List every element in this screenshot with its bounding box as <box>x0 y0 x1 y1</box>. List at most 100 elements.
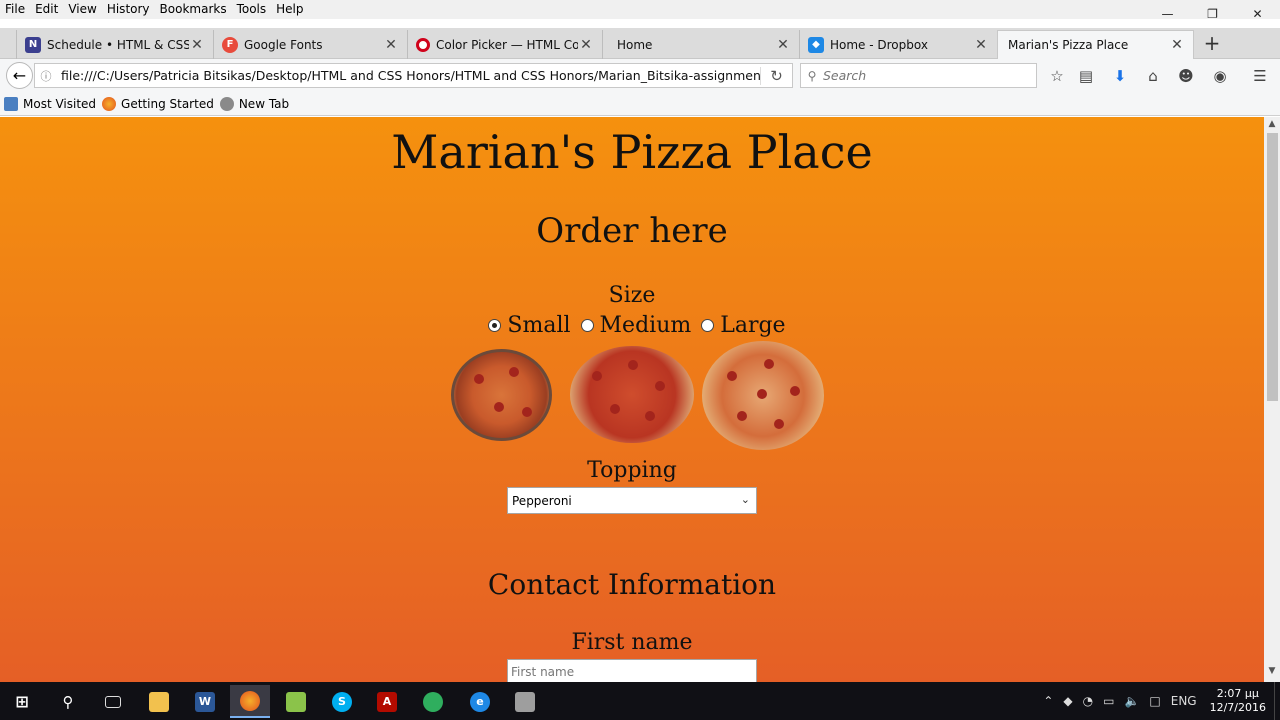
size-medium-radio[interactable] <box>580 319 594 332</box>
chevron-up-icon[interactable]: ⌃ <box>1043 694 1053 708</box>
size-large-radio[interactable] <box>701 319 715 332</box>
minimize-icon[interactable]: — <box>1145 0 1190 28</box>
first-name-label: First name <box>571 630 693 655</box>
size-label: Size <box>608 283 656 308</box>
globe-icon <box>219 96 234 111</box>
back-arrow-icon[interactable]: ← <box>6 62 33 89</box>
close-tab-icon[interactable]: ✕ <box>973 37 989 53</box>
volume-icon[interactable]: 🔈 <box>1124 694 1139 708</box>
topping-select[interactable]: Pepperoni ⌄ <box>507 487 757 514</box>
tab-google-fonts[interactable]: F Google Fonts ✕ <box>213 30 407 59</box>
menu-history[interactable]: History <box>102 0 155 19</box>
page-content: Marian's Pizza Place Order here Size Sma… <box>0 117 1264 682</box>
size-large-label: Large <box>720 313 786 338</box>
info-icon[interactable]: ⓘ <box>35 68 57 84</box>
hamburger-menu-icon[interactable]: ☰ <box>1249 65 1271 87</box>
dropbox-icon: ◆ <box>808 36 824 53</box>
tab-home[interactable]: Home ✕ <box>602 30 799 59</box>
downloads-icon[interactable]: ⬇ <box>1109 65 1131 87</box>
task-view-icon <box>105 695 121 708</box>
dropbox-tray-icon[interactable]: ◆ <box>1063 694 1072 708</box>
search-bar[interactable]: ⚲ <box>800 63 1037 88</box>
close-tab-icon[interactable]: ✕ <box>189 37 205 53</box>
language-indicator[interactable]: ENG <box>1171 694 1197 708</box>
menu-tools[interactable]: Tools <box>232 0 272 19</box>
tab-color-picker[interactable]: Color Picker — HTML Col... ✕ <box>407 30 602 59</box>
tab-dropbox[interactable]: ◆ Home - Dropbox ✕ <box>799 30 997 59</box>
menu-file[interactable]: File <box>0 0 30 19</box>
clock[interactable]: 2:07 μμ 12/7/2016 <box>1210 687 1266 715</box>
close-tab-icon[interactable]: ✕ <box>1169 37 1185 53</box>
menu-help[interactable]: Help <box>271 0 308 19</box>
mail-icon <box>286 691 306 712</box>
tab-schedule[interactable]: N Schedule • HTML & CSS ... ✕ <box>16 30 213 59</box>
windows-taskbar: ⊞ ⚲ W S A e ⌃ ◆ ◔ ▭ 🔈 □ ENG 2:07 μμ 12/7… <box>0 682 1280 720</box>
acrobat-icon: A <box>377 691 397 712</box>
task-view-button[interactable] <box>93 685 133 718</box>
page-title: Marian's Pizza Place <box>391 125 873 179</box>
battery-icon[interactable]: ▭ <box>1103 694 1114 708</box>
page-scrollbar[interactable]: ▲ ▼ <box>1264 117 1280 682</box>
bookmark-new-tab[interactable]: New Tab <box>219 96 290 111</box>
first-name-input[interactable] <box>507 659 757 682</box>
wifi-icon[interactable]: ◔ <box>1083 694 1093 708</box>
skype-icon: S <box>332 691 352 712</box>
notification-icon[interactable]: □ <box>1149 694 1160 708</box>
menu-edit[interactable]: Edit <box>30 0 63 19</box>
tab-title: Color Picker — HTML Col... <box>436 37 578 52</box>
navigation-bar: ← ⓘ file:///C:/Users/Patricia Bitsikas/D… <box>0 59 1280 92</box>
url-bar[interactable]: ⓘ file:///C:/Users/Patricia Bitsikas/Des… <box>34 63 793 88</box>
windows-logo-icon: ⊞ <box>15 692 29 711</box>
bookmark-label: New Tab <box>238 96 290 111</box>
skype-button[interactable]: S <box>322 685 362 718</box>
edge-button[interactable]: e <box>460 685 500 718</box>
size-small-radio[interactable] <box>488 319 502 332</box>
small-pizza-image <box>451 349 552 441</box>
menu-bar: File Edit View History Bookmarks Tools H… <box>0 0 1280 19</box>
menu-view[interactable]: View <box>63 0 101 19</box>
home-icon[interactable]: ⌂ <box>1142 65 1164 87</box>
scroll-up-arrow-icon[interactable]: ▲ <box>1264 119 1280 133</box>
firefox-icon <box>102 96 117 111</box>
reload-icon[interactable]: ↻ <box>760 66 792 85</box>
folder-icon <box>149 691 169 712</box>
word-button[interactable]: W <box>185 685 225 718</box>
new-tab-icon[interactable]: + <box>1200 32 1224 56</box>
bookmark-getting-started[interactable]: Getting Started <box>102 96 214 111</box>
mail-button[interactable] <box>276 685 316 718</box>
bookmark-label: Most Visited <box>23 96 97 111</box>
acrobat-button[interactable]: A <box>367 685 407 718</box>
url-text[interactable]: file:///C:/Users/Patricia Bitsikas/Deskt… <box>57 68 760 83</box>
search-input[interactable] <box>823 68 1036 83</box>
firefox-taskbar-button[interactable] <box>230 685 270 718</box>
large-pizza-image <box>702 341 824 450</box>
tab-marians-pizza[interactable]: Marian's Pizza Place ✕ <box>997 30 1194 59</box>
bookmark-star-icon[interactable]: ☆ <box>1046 65 1068 87</box>
start-button[interactable]: ⊞ <box>2 685 42 718</box>
clock-time: 2:07 μμ <box>1216 687 1259 700</box>
order-heading: Order here <box>536 211 728 251</box>
reading-list-icon[interactable]: ▤ <box>1075 65 1097 87</box>
archive-button[interactable] <box>505 685 545 718</box>
tab-title: Home - Dropbox <box>830 37 928 52</box>
chevron-down-icon[interactable]: ⌄ <box>741 493 750 506</box>
close-tab-icon[interactable]: ✕ <box>775 37 791 53</box>
file-explorer-button[interactable] <box>139 685 179 718</box>
scroll-thumb[interactable] <box>1267 133 1278 401</box>
archive-icon <box>515 691 535 712</box>
onenote-icon: N <box>25 36 41 53</box>
scroll-down-arrow-icon[interactable]: ▼ <box>1264 666 1280 680</box>
close-window-icon[interactable]: ✕ <box>1235 0 1280 28</box>
folder-icon <box>4 96 18 111</box>
bookmark-most-visited[interactable]: Most Visited <box>4 96 97 111</box>
hello-chat-icon[interactable]: ☻ <box>1175 65 1197 87</box>
restore-icon[interactable]: ❐ <box>1190 0 1235 28</box>
pocket-icon[interactable]: ◉ <box>1209 65 1231 87</box>
menu-bookmarks[interactable]: Bookmarks <box>155 0 232 19</box>
chrome-like-button[interactable] <box>413 685 453 718</box>
close-tab-icon[interactable]: ✕ <box>578 37 594 53</box>
search-taskbar-button[interactable]: ⚲ <box>48 685 88 718</box>
close-tab-icon[interactable]: ✕ <box>383 37 399 53</box>
show-desktop-button[interactable] <box>1274 682 1280 720</box>
google-fonts-icon: F <box>222 36 238 53</box>
